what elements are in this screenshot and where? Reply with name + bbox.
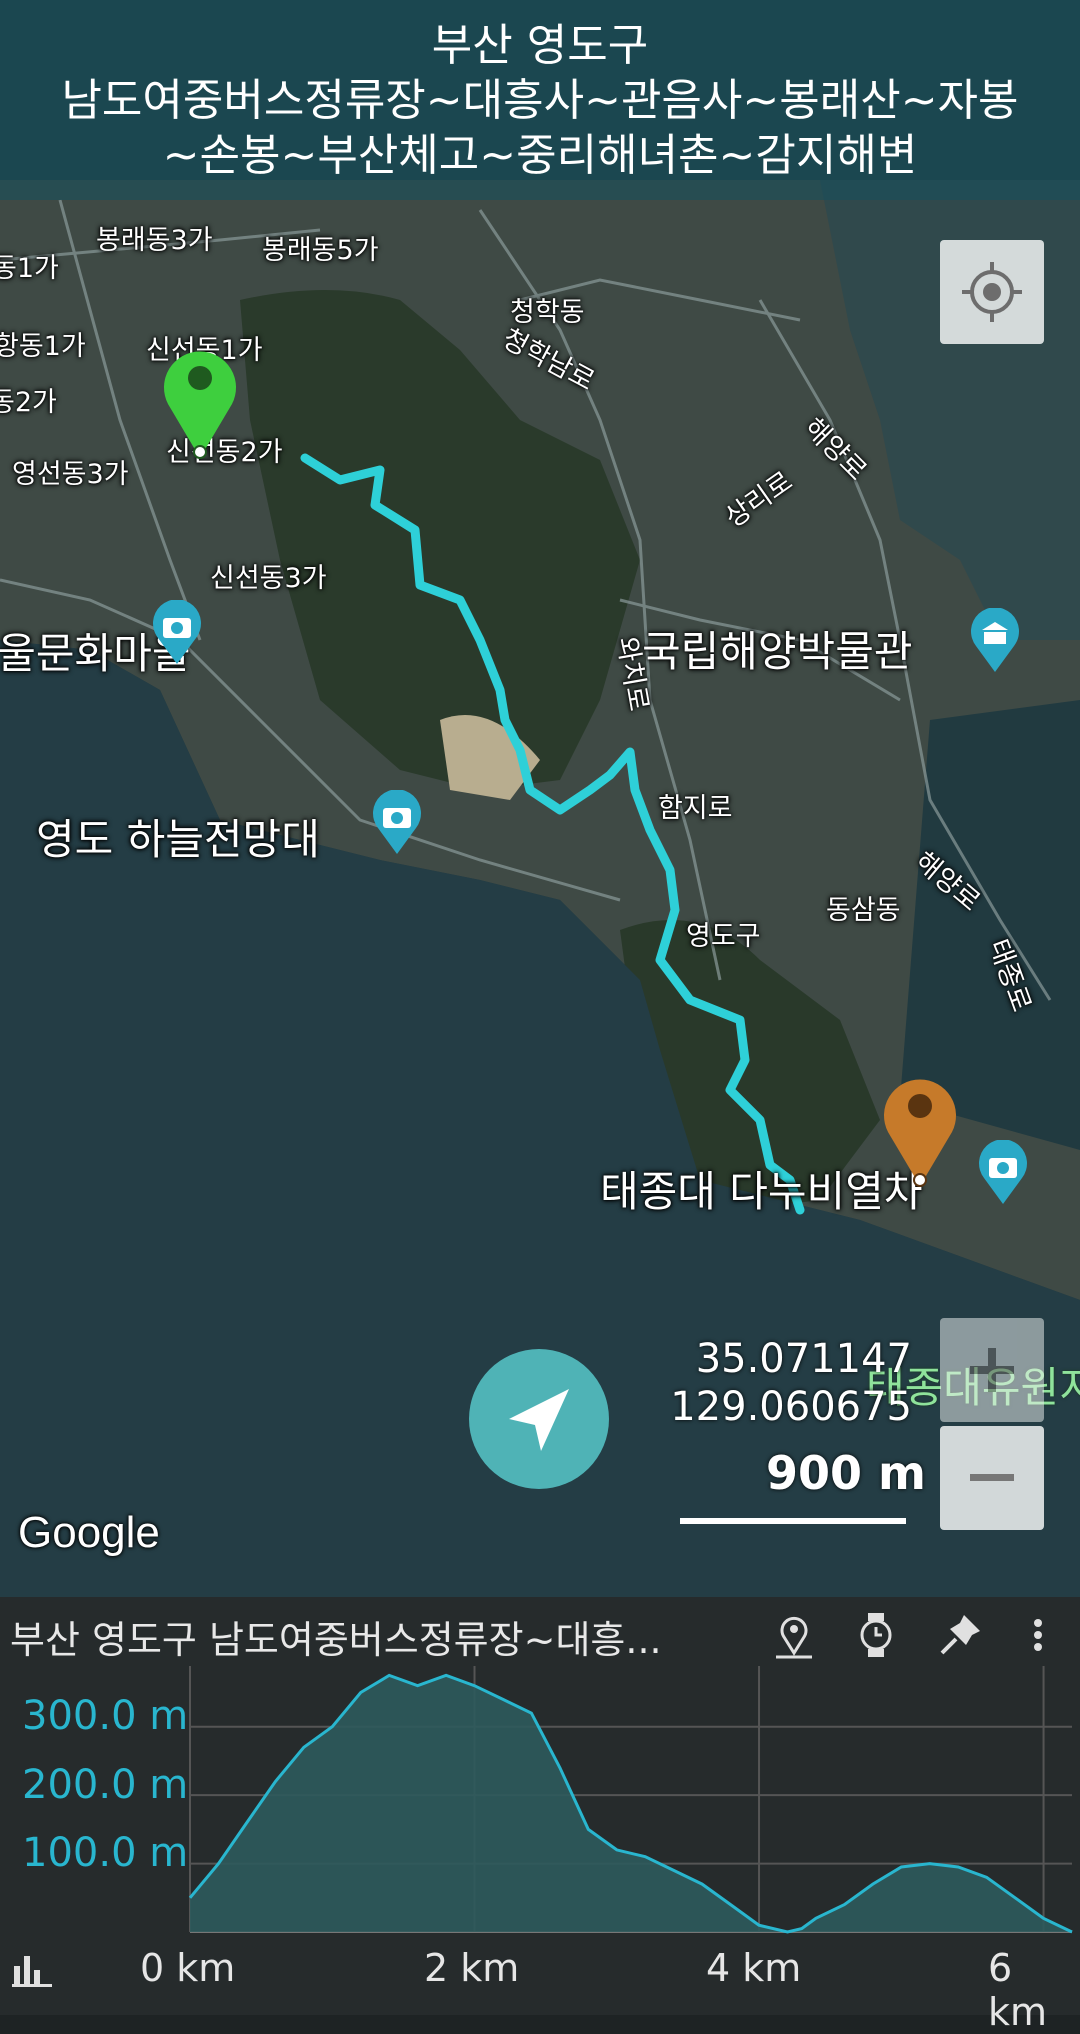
map-label: 동1가 <box>0 253 59 284</box>
title-line-3: ~손봉~부산체고~중리해녀촌~감지해변 <box>162 130 918 181</box>
map-label: 영도 하늘전망대 <box>36 815 320 864</box>
map-label: 항동1가 <box>0 331 86 362</box>
x-axis-label: 6 km <box>988 1946 1048 2034</box>
more-icon[interactable] <box>1012 1607 1068 1663</box>
map-label: 동2가 <box>0 387 57 418</box>
navigation-arrow-icon <box>509 1389 569 1451</box>
route-title-banner: 부산 영도구 남도여중버스정류장~대흥사~관음사~봉래산~자봉 ~손봉~부산체고… <box>0 0 1080 200</box>
crosshair-icon <box>962 262 1022 322</box>
pin-icon[interactable] <box>932 1607 988 1663</box>
bar-chart-icon[interactable] <box>10 1948 54 1988</box>
panel-track-title[interactable]: 부산 영도구 남도여중버스정류장~대흥... <box>10 1609 662 1664</box>
map-label: 국립해양박물관 <box>642 627 913 676</box>
my-location-button[interactable] <box>940 240 1044 344</box>
map-label: 신선동3가 <box>210 563 327 594</box>
map-label: 동삼동 <box>826 895 901 926</box>
scale-label: 900 m <box>766 1446 926 1500</box>
minus-icon <box>970 1474 1014 1481</box>
plus-icon <box>970 1348 1014 1392</box>
zoom-out-button[interactable] <box>940 1426 1044 1530</box>
map-view[interactable]: 부산 영도구 남도여중버스정류장~대흥사~관음사~봉래산~자봉 ~손봉~부산체고… <box>0 0 1080 1597</box>
scale-bar <box>680 1518 906 1524</box>
map-label: 영선동3가 <box>12 459 129 490</box>
map-label: 영도구 <box>686 921 761 952</box>
map-label: 함지로 <box>658 793 733 824</box>
title-line-2: 남도여중버스정류장~대흥사~관음사~봉래산~자봉 <box>61 75 1019 126</box>
camera-icon[interactable] <box>976 1140 1030 1206</box>
map-label: 봉래동5가 <box>262 235 379 266</box>
latitude-readout: 35.071147 <box>695 1336 912 1382</box>
y-axis-label: 300.0 m <box>22 1693 189 1739</box>
museum-icon[interactable] <box>968 608 1022 674</box>
x-axis-label: 4 km <box>706 1946 802 1990</box>
map-label: 봉래동3가 <box>96 225 213 256</box>
title-line-1: 부산 영도구 <box>431 20 649 71</box>
longitude-readout: 129.060675 <box>670 1384 912 1430</box>
camera-icon[interactable] <box>150 600 204 666</box>
map-marker-icon[interactable] <box>766 1607 822 1663</box>
map-label: 태종대 다누비열차 <box>600 1167 923 1216</box>
zoom-in-button[interactable] <box>940 1318 1044 1422</box>
x-axis-label: 2 km <box>424 1946 520 1990</box>
x-axis-label: 0 km <box>140 1946 236 1990</box>
y-axis-label: 100.0 m <box>22 1830 189 1876</box>
end-pin-icon[interactable] <box>878 1068 962 1188</box>
camera-icon[interactable] <box>370 790 424 856</box>
watch-icon[interactable] <box>848 1607 904 1663</box>
google-logo: Google <box>18 1508 160 1557</box>
navigate-button[interactable] <box>469 1349 609 1489</box>
start-pin-icon[interactable] <box>158 340 242 460</box>
y-axis-label: 200.0 m <box>22 1762 189 1808</box>
